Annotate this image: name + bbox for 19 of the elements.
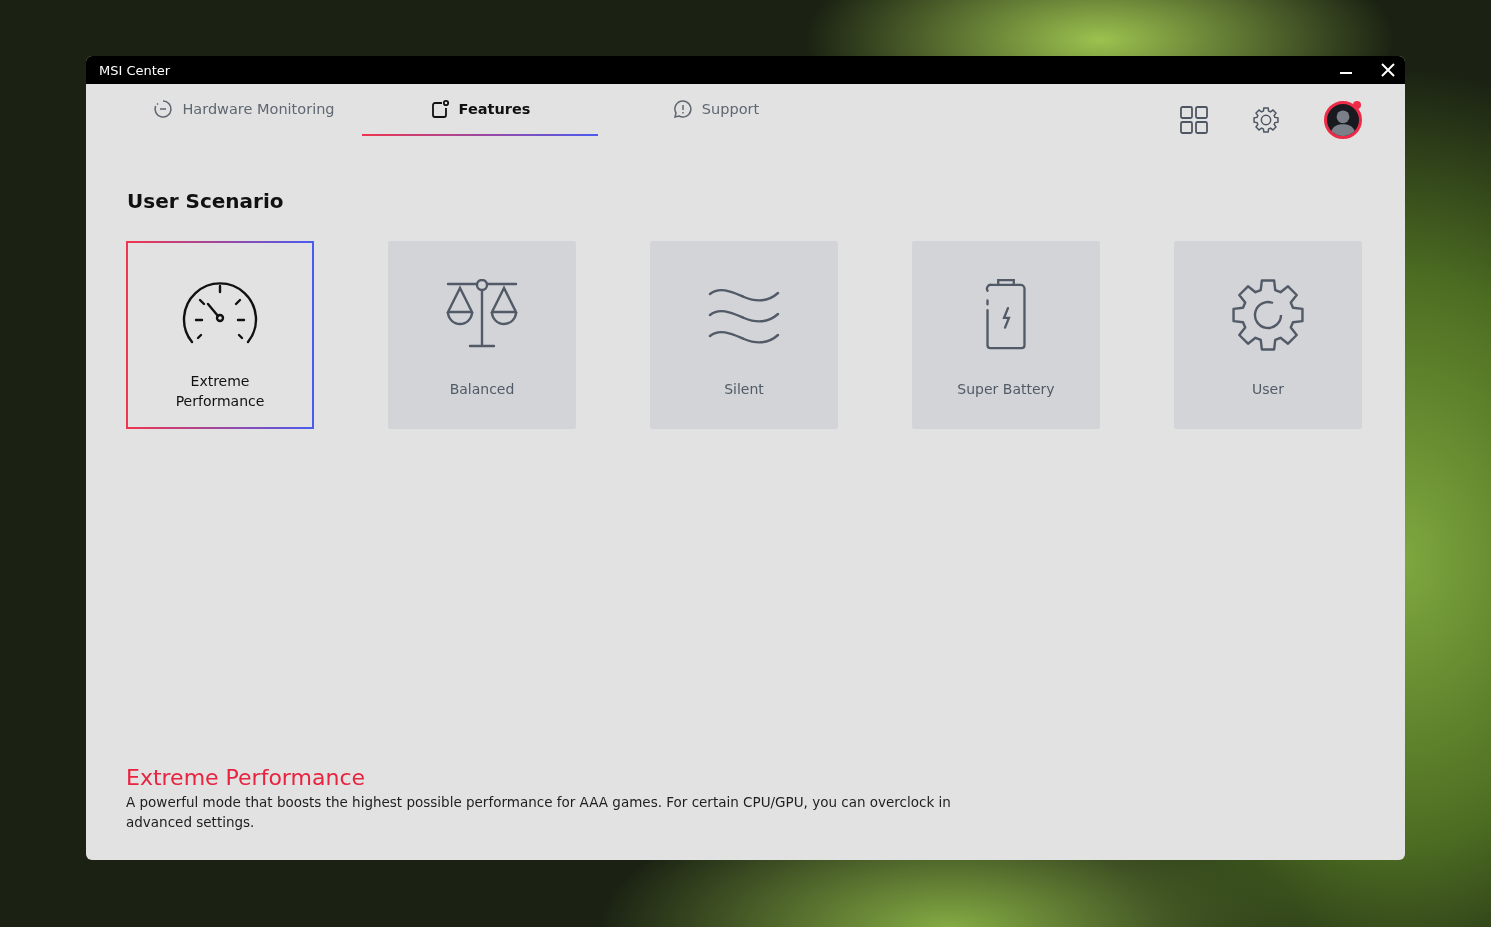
- grid-icon[interactable]: [1180, 106, 1208, 134]
- scenario-card[interactable]: Extreme Performance: [126, 241, 314, 429]
- scenario-card[interactable]: Silent: [650, 241, 838, 429]
- close-icon[interactable]: [1381, 63, 1395, 77]
- section-title: User Scenario: [127, 189, 285, 213]
- nav-tab[interactable]: Features: [362, 84, 598, 136]
- description-title: Extreme Performance: [126, 765, 366, 790]
- scenario-card[interactable]: User: [1174, 241, 1362, 429]
- window-title: MSI Center: [99, 62, 171, 78]
- clock-icon: [153, 99, 174, 119]
- nav-tab[interactable]: Support: [598, 84, 834, 136]
- scenario-card[interactable]: Balanced: [388, 241, 576, 429]
- avatar[interactable]: [1324, 101, 1362, 139]
- settings-icon[interactable]: [1252, 106, 1280, 134]
- nav-tab[interactable]: Hardware Monitoring: [126, 84, 362, 136]
- description-text: A powerful mode that boosts the highest possible performance for AAA games. For certain CPU/GPU, you can overclock in advanced settings.: [126, 793, 952, 832]
- chat-alert-icon: [672, 99, 693, 119]
- scenario-card[interactable]: Super Battery: [912, 241, 1100, 429]
- square-dot-icon: [429, 99, 450, 119]
